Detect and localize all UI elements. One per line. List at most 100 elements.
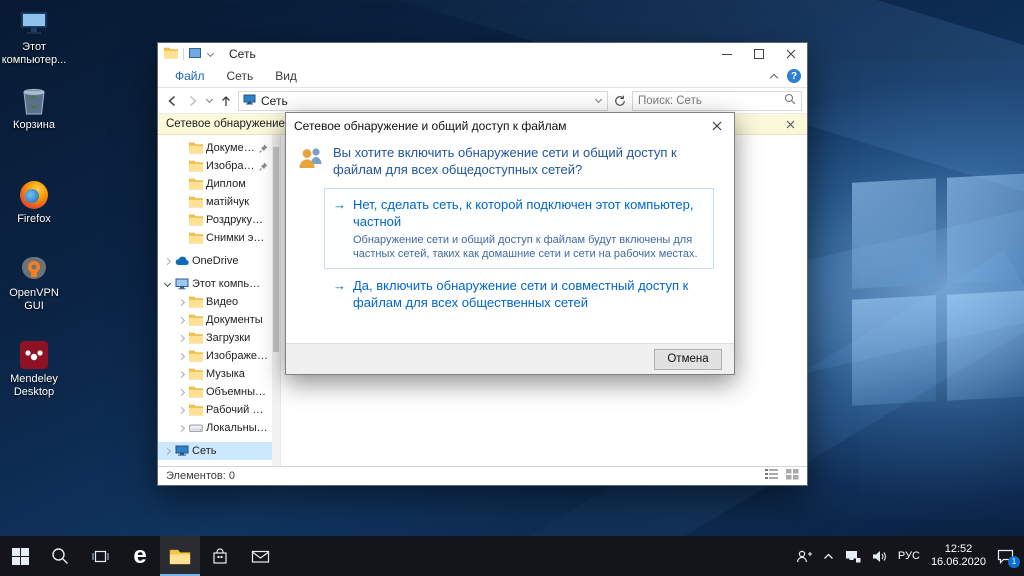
- expand-chevron-icon[interactable]: [177, 334, 186, 343]
- onedrive-icon: [175, 255, 189, 267]
- qat-customize-chevron-icon[interactable]: [206, 50, 215, 59]
- option-enable-discovery-public[interactable]: → Да, включить обнаружение сети и совмес…: [324, 269, 714, 319]
- folder-icon: [189, 232, 203, 244]
- people-icon[interactable]: [796, 549, 812, 564]
- volume-icon[interactable]: [872, 550, 887, 563]
- videos-folder-icon: [189, 296, 203, 308]
- action-center-icon[interactable]: 1: [997, 549, 1014, 564]
- sidebar-item-pictures-pinned[interactable]: Изображения: [158, 157, 280, 175]
- desktop-icon-recycle-bin[interactable]: Корзина: [2, 86, 66, 132]
- expand-chevron-icon[interactable]: [177, 406, 186, 415]
- forward-button[interactable]: [184, 91, 202, 111]
- desktop-icon-openvpn[interactable]: OpenVPN GUI: [2, 254, 66, 313]
- up-button[interactable]: [217, 91, 235, 111]
- sidebar-item-desktop[interactable]: Рабочий стол: [158, 401, 280, 419]
- expand-chevron-icon[interactable]: [177, 352, 186, 361]
- search-icon[interactable]: [784, 93, 796, 108]
- option-title: Нет, сделать сеть, к которой подключен э…: [353, 196, 705, 230]
- desktop-icon-mendeley[interactable]: Mendeley Desktop: [2, 340, 66, 399]
- explorer-app-icon: [164, 47, 178, 62]
- this-pc-icon: [175, 278, 189, 290]
- openvpn-icon: [18, 254, 50, 284]
- logo-pane: [852, 178, 936, 288]
- clock[interactable]: 12:52 16.06.2020: [931, 543, 986, 569]
- sidebar-item-network[interactable]: Сеть: [158, 442, 280, 460]
- file-explorer-button[interactable]: [160, 536, 200, 576]
- sidebar-item-diplom[interactable]: Диплом: [158, 175, 280, 193]
- qat-properties-icon[interactable]: [189, 47, 201, 61]
- expand-chevron-icon[interactable]: [177, 316, 186, 325]
- tab-view[interactable]: Вид: [264, 66, 308, 86]
- network-tray-icon[interactable]: [845, 550, 861, 563]
- option-make-network-private[interactable]: → Нет, сделать сеть, к которой подключен…: [324, 188, 714, 269]
- scrollbar-thumb[interactable]: [273, 147, 279, 352]
- minimize-button[interactable]: [711, 43, 743, 65]
- expand-chevron-icon[interactable]: [177, 370, 186, 379]
- address-dropdown-chevron-icon[interactable]: [594, 96, 603, 105]
- window-title: Сеть: [229, 47, 256, 61]
- expand-chevron-icon[interactable]: [163, 257, 172, 266]
- sidebar-item-videos[interactable]: Видео: [158, 293, 280, 311]
- search-input[interactable]: Поиск: Сеть: [632, 91, 802, 111]
- edge-browser-button[interactable]: e: [120, 536, 160, 576]
- this-pc-icon: [18, 8, 50, 38]
- help-icon[interactable]: ?: [787, 69, 801, 83]
- desktop-icon-label: OpenVPN GUI: [2, 287, 66, 313]
- expand-chevron-icon[interactable]: [163, 447, 172, 456]
- sidebar-item-pictures[interactable]: Изображения: [158, 347, 280, 365]
- downloads-folder-icon: [189, 332, 203, 344]
- refresh-button[interactable]: [611, 91, 629, 111]
- sidebar-item-matiychuk[interactable]: матійчук: [158, 193, 280, 211]
- collapse-ribbon-icon[interactable]: [769, 72, 779, 80]
- expand-chevron-icon[interactable]: [177, 388, 186, 397]
- sidebar-item-this-pc[interactable]: Этот компьютер: [158, 275, 280, 293]
- sidebar-item-onedrive[interactable]: OneDrive: [158, 252, 280, 270]
- ribbon-tab-bar: Файл Сеть Вид ?: [158, 65, 807, 88]
- taskbar-search-button[interactable]: [40, 536, 80, 576]
- sidebar-item-local-disk[interactable]: Локальный диск ...: [158, 419, 280, 437]
- address-bar[interactable]: Сеть: [238, 91, 608, 111]
- sidebar-item-3d-objects[interactable]: Объемные объе...: [158, 383, 280, 401]
- cancel-button[interactable]: Отмена: [654, 349, 722, 370]
- sidebar-item-music[interactable]: Музыка: [158, 365, 280, 383]
- store-button[interactable]: [200, 536, 240, 576]
- expand-chevron-icon[interactable]: [177, 298, 186, 307]
- sidebar-item-documents-pinned[interactable]: Документы: [158, 139, 280, 157]
- sidebar-scrollbar[interactable]: [272, 135, 280, 466]
- local-disk-icon: [189, 422, 203, 434]
- details-view-icon[interactable]: [765, 469, 778, 483]
- tab-file[interactable]: Файл: [164, 66, 216, 86]
- desktop-icon-label: Этот компьютер...: [2, 41, 67, 67]
- mail-button[interactable]: [240, 536, 280, 576]
- thumbnails-view-icon[interactable]: [786, 469, 799, 483]
- hidden-icons-chevron-icon[interactable]: [823, 553, 834, 560]
- collapse-chevron-icon[interactable]: [163, 280, 172, 289]
- address-path: Сеть: [261, 94, 288, 108]
- sidebar-item-documents[interactable]: Документы: [158, 311, 280, 329]
- close-button[interactable]: [775, 43, 807, 65]
- desktop-icon-this-pc[interactable]: Этот компьютер...: [2, 8, 66, 67]
- tab-network[interactable]: Сеть: [216, 66, 265, 86]
- dialog-close-button[interactable]: [700, 113, 734, 138]
- system-tray: РУС 12:52 16.06.2020 1: [796, 536, 1024, 576]
- sidebar-item-screenshots[interactable]: Снимки экрана: [158, 229, 280, 247]
- notification-close-icon[interactable]: [781, 114, 799, 134]
- windows-logo-panes: [852, 173, 1024, 405]
- start-button[interactable]: [0, 536, 40, 576]
- back-button[interactable]: [163, 91, 181, 111]
- desktop-icon-firefox[interactable]: Firefox: [2, 180, 66, 226]
- language-indicator[interactable]: РУС: [898, 550, 920, 562]
- recent-locations-chevron-icon[interactable]: [205, 96, 214, 105]
- pictures-folder-icon: [189, 350, 203, 362]
- sidebar-item-downloads[interactable]: Загрузки: [158, 329, 280, 347]
- expand-chevron-icon[interactable]: [177, 424, 186, 433]
- firefox-icon: [18, 180, 50, 210]
- network-discovery-dialog: Сетевое обнаружение и общий доступ к фай…: [285, 112, 735, 375]
- task-view-button[interactable]: [80, 536, 120, 576]
- maximize-button[interactable]: [743, 43, 775, 65]
- pin-icon: [259, 162, 268, 171]
- navigation-pane: Документы Изображения Диплом матійчук: [158, 135, 281, 466]
- recycle-bin-icon: [18, 86, 50, 116]
- tray-time: 12:52: [945, 543, 973, 556]
- sidebar-item-rozdrukuvaty[interactable]: Роздрукувати: [158, 211, 280, 229]
